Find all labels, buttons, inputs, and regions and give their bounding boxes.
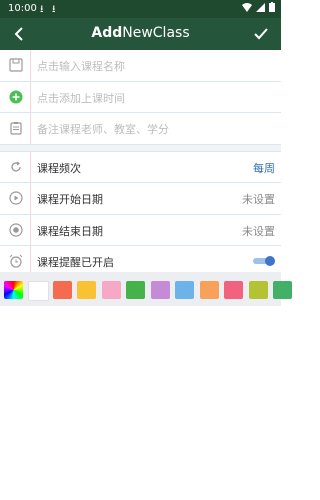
refresh-icon	[11, 161, 21, 172]
add-time-input[interactable]: 点击添加上课时间	[37, 90, 125, 106]
title-rest: NewClass	[122, 25, 190, 41]
download-icon: ⭳	[40, 4, 44, 15]
confirm-check-icon[interactable]	[251, 24, 271, 44]
reminder-label: 课程提醒已开启	[37, 256, 114, 269]
color-swatch[interactable]	[273, 281, 292, 299]
frequency-label: 课程频次	[37, 161, 81, 175]
add-circle-icon	[9, 90, 23, 103]
status-icons	[242, 2, 275, 12]
course-name-input[interactable]: 点击输入课程名称	[37, 58, 125, 74]
end-date-value[interactable]: 未设置	[242, 223, 275, 239]
color-swatch[interactable]	[175, 281, 194, 299]
end-date-label: 课程结束日期	[37, 224, 103, 238]
clipboard-icon	[10, 122, 22, 135]
wifi-icon	[242, 2, 252, 12]
status-time: 10:00	[8, 3, 37, 14]
end-date-row[interactable]: 课程结束日期 未设置	[0, 214, 281, 246]
download-icon: ⭳	[52, 4, 56, 15]
class-form: 点击输入课程名称 点击添加上课时间 备注课程老师、教室、学分 课程频次 每周 课…	[0, 50, 281, 278]
title-bold: Add	[91, 25, 123, 41]
color-swatch[interactable]	[101, 281, 121, 299]
toggle-knob	[265, 256, 275, 266]
start-date-value[interactable]: 未设置	[242, 191, 275, 207]
color-swatch[interactable]	[248, 281, 268, 299]
color-swatch[interactable]	[126, 281, 145, 299]
frequency-row[interactable]: 课程频次 每周	[0, 151, 281, 183]
color-swatch[interactable]	[77, 281, 96, 299]
note-input[interactable]: 备注课程老师、教室、学分	[37, 121, 169, 137]
course-name-row[interactable]: 点击输入课程名称	[0, 50, 281, 82]
signal-icon	[256, 2, 265, 12]
color-swatch[interactable]	[150, 281, 170, 299]
row-divider	[30, 113, 31, 144]
battery-icon	[269, 2, 275, 12]
row-divider	[30, 183, 31, 214]
status-bar: 10:00 ⭳ ⭳	[0, 0, 281, 18]
color-palette	[0, 272, 292, 306]
color-swatch[interactable]	[52, 281, 72, 299]
row-divider	[30, 151, 31, 182]
save-disk-icon	[9, 58, 23, 72]
color-swatch[interactable]	[224, 281, 243, 299]
row-divider	[30, 214, 31, 245]
row-divider	[30, 50, 31, 81]
page-title: AddNewClass	[0, 25, 281, 41]
color-swatch[interactable]	[28, 281, 49, 301]
frequency-value[interactable]: 每周	[253, 160, 275, 176]
play-circle-icon	[9, 191, 23, 205]
row-divider	[30, 81, 31, 112]
reminder-toggle[interactable]	[253, 256, 275, 266]
custom-color-picker[interactable]	[4, 281, 23, 299]
start-date-label: 课程开始日期	[37, 193, 103, 206]
alarm-clock-icon	[9, 254, 23, 268]
start-date-row[interactable]: 课程开始日期 未设置	[0, 183, 281, 215]
color-swatch[interactable]	[199, 281, 219, 299]
app-toolbar: AddNewClass	[0, 18, 281, 50]
stop-circle-icon	[9, 222, 23, 237]
section-gap	[0, 144, 281, 152]
time-row[interactable]: 点击添加上课时间	[0, 81, 281, 113]
note-row[interactable]: 备注课程老师、教室、学分	[0, 113, 281, 145]
